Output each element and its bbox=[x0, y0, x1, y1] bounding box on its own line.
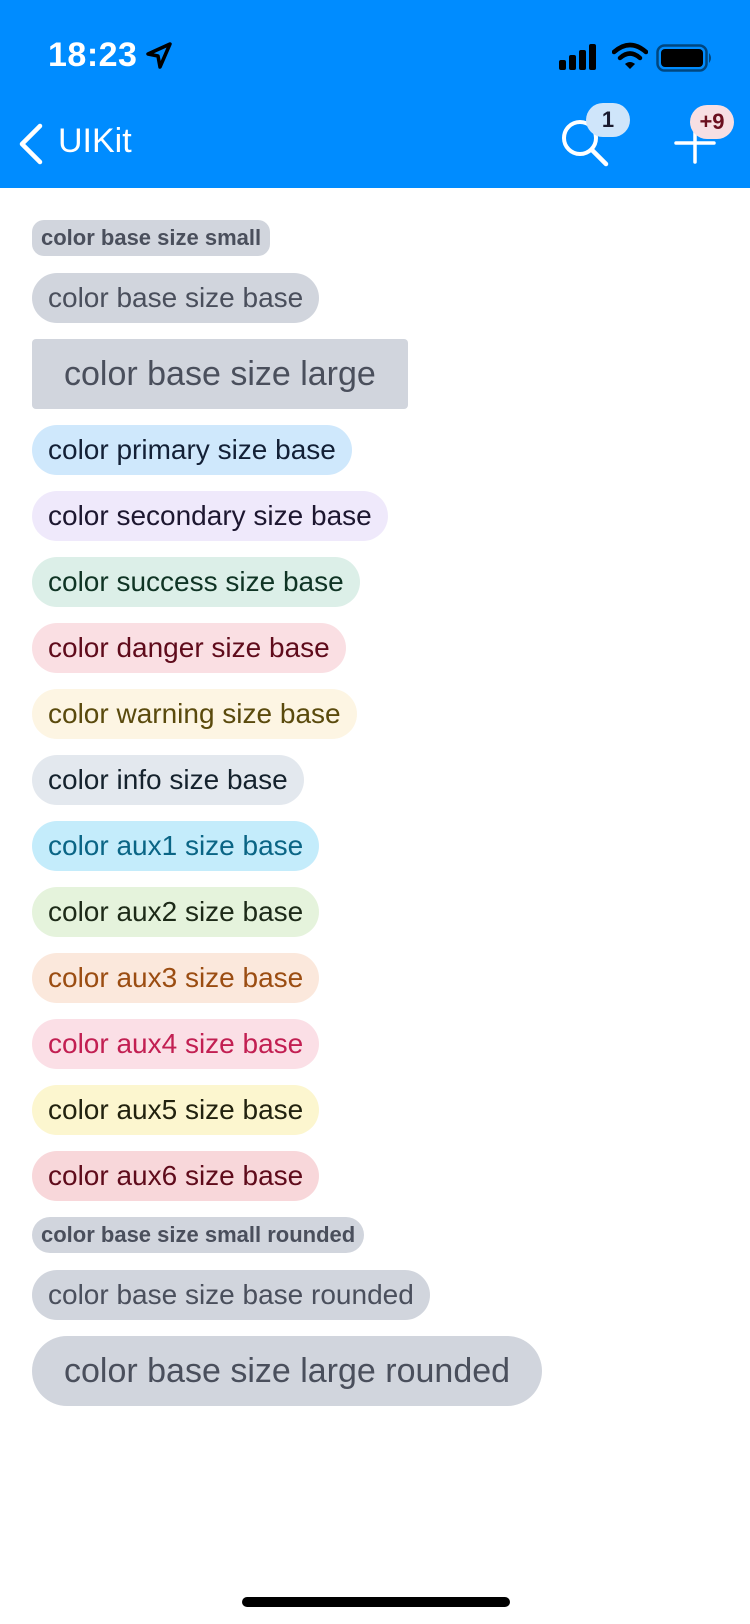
location-arrow-icon bbox=[146, 42, 172, 69]
wifi-icon bbox=[612, 42, 648, 69]
battery-icon bbox=[656, 44, 711, 72]
tag-primary-base: color primary size base bbox=[32, 425, 352, 475]
nav-title: UIKit bbox=[58, 122, 132, 160]
tag-base-large: color base size large bbox=[32, 339, 408, 409]
tag-warning-base: color warning size base bbox=[32, 689, 357, 739]
tag-base-small: color base size small bbox=[32, 220, 271, 256]
search-badge: 1 bbox=[586, 103, 630, 137]
back-button[interactable] bbox=[14, 122, 48, 166]
status-time: 18:23 bbox=[48, 36, 138, 74]
home-indicator[interactable] bbox=[242, 1597, 510, 1607]
tag-danger-base: color danger size base bbox=[32, 623, 346, 673]
tag-aux4-base: color aux4 size base bbox=[32, 1019, 320, 1069]
tag-aux1-base: color aux1 size base bbox=[32, 821, 320, 871]
tag-aux2-base: color aux2 size base bbox=[32, 887, 320, 937]
tag-success-base: color success size base bbox=[32, 557, 360, 607]
app-header: 18:23 UIKit 1 +9 bbox=[0, 0, 750, 188]
cellular-signal-icon bbox=[559, 44, 596, 70]
tag-aux5-base: color aux5 size base bbox=[32, 1085, 320, 1135]
tag-aux6-base: color aux6 size base bbox=[32, 1151, 320, 1201]
tag-base-base: color base size base bbox=[32, 273, 320, 323]
tag-base-base-rounded: color base size base rounded bbox=[32, 1270, 430, 1320]
add-badge: +9 bbox=[690, 105, 734, 139]
tag-secondary-base: color secondary size base bbox=[32, 491, 388, 541]
tag-base-large-rounded: color base size large rounded bbox=[32, 1336, 543, 1406]
tag-aux3-base: color aux3 size base bbox=[32, 953, 320, 1003]
tag-info-base: color info size base bbox=[32, 755, 304, 805]
tag-base-small-rounded: color base size small rounded bbox=[32, 1217, 365, 1253]
